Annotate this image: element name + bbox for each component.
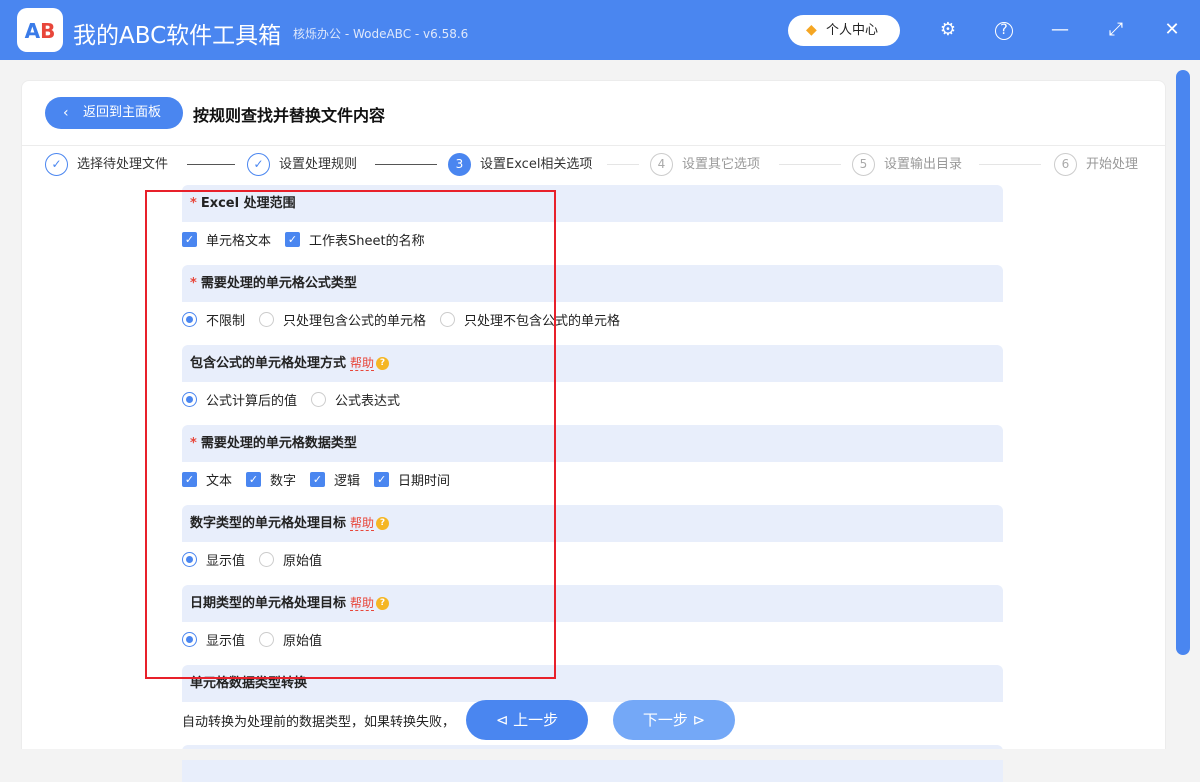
app-logo: AB [17,8,63,52]
step-3: 3 设置Excel相关选项 [448,153,592,177]
personal-center-button[interactable]: ◆ 个人中心 [788,15,900,46]
step-label: 设置处理规则 [279,157,358,172]
step-number: 3 [448,153,471,176]
step-number: 6 [1054,153,1077,176]
step-label: 设置其它选项 [682,157,761,172]
step-number: 4 [650,153,673,176]
help-icon[interactable]: ? [995,22,1013,40]
check-icon: ✓ [247,153,270,176]
step-connector [607,164,639,165]
chevron-right-circle-icon: ⊳ [687,711,706,729]
app-subtitle: 核烁办公 - WodeABC - v6.58.6 [293,27,469,41]
title-bar: AB 我的ABC软件工具箱 核烁办公 - WodeABC - v6.58.6 ◆… [0,0,1200,60]
scrollbar[interactable] [1176,70,1190,655]
bottom-edge [0,749,1200,760]
step-label: 设置输出目录 [884,157,963,172]
step-label: 设置Excel相关选项 [480,157,593,172]
page-title: 按规则查找并替换文件内容 [193,106,386,125]
step-1: ✓ 选择待处理文件 [45,153,168,177]
minimize-icon[interactable]: — [1048,18,1072,42]
close-icon[interactable]: ✕ [1160,18,1184,42]
step-6: 6 开始处理 [1054,153,1138,177]
gear-icon[interactable]: ⚙ [936,18,960,42]
step-5: 5 设置输出目录 [852,153,962,177]
step-connector [187,164,235,165]
step-number: 5 [852,153,875,176]
step-connector [779,164,841,165]
step-connector [979,164,1041,165]
step-label: 开始处理 [1086,157,1139,172]
diamond-icon: ◆ [806,22,817,38]
next-step-button[interactable]: 下一步 ⊳ [613,700,735,740]
step-label: 选择待处理文件 [77,157,169,172]
divider [22,145,1165,146]
step-connector [375,164,437,165]
personal-center-label: 个人中心 [826,23,879,38]
check-icon: ✓ [45,153,68,176]
chevron-left-circle-icon: ⊲ [495,711,514,729]
prev-step-button[interactable]: ⊲ 上一步 [466,700,588,740]
step-4: 4 设置其它选项 [650,153,760,177]
step-2: ✓ 设置处理规则 [247,153,357,177]
back-button[interactable]: ‹ 返回到主面板 [45,97,183,129]
maximize-icon[interactable]: ⤢ [1104,18,1128,42]
app-title: 我的ABC软件工具箱 [73,23,282,49]
back-label: 返回到主面板 [83,105,162,120]
chevron-left-icon: ‹ [63,105,69,121]
highlight-box [145,190,556,679]
